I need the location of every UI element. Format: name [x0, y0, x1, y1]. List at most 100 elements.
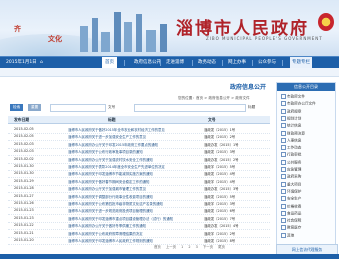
row-title-link[interactable]: 淄博市人民政府关于印发淄博市节能减排实施方案的通知 — [68, 171, 153, 176]
sidebar-item-label: 应急管理 — [287, 167, 302, 172]
national-emblem-icon — [318, 13, 334, 31]
row-title-link[interactable]: 淄博市人民政府办公厅关于加强农村饮水安全工作的通知 — [68, 157, 153, 162]
row-doc-number: 淄政发〔2015〕1号 — [204, 128, 236, 132]
sidebar-item[interactable]: 应急管理 — [281, 167, 301, 173]
row-title-link[interactable]: 淄博市人民政府关于印发淄博市重点项目建设管理办法（试行）的通知 — [68, 216, 173, 221]
row-title-link[interactable]: 淄博市人民政府关于公布第四批市级非物质文化遗产名录的通知 — [68, 201, 163, 206]
row-title-link[interactable]: 淄博市人民政府办公厅关于做好冬季供暖工作的通知 — [68, 223, 146, 228]
row-title-link[interactable]: 淄博市人民政府关于调整部分行政事业性收费项目的通知 — [68, 194, 153, 199]
row-title-link[interactable]: 淄博市人民政府关于做好2015年全市农业和农村经济工作的意见 — [68, 127, 165, 132]
row-date: 2015-02-03 — [14, 149, 34, 154]
checkbox-icon[interactable] — [281, 94, 286, 99]
sidebar-item[interactable]: 市政府办公厅文件 — [281, 101, 316, 107]
site-subtitle: ZIBO MUNICIPAL PEOPLE'S GOVERNMENT — [206, 36, 323, 41]
checkbox-icon[interactable] — [281, 152, 286, 158]
city-skyline-image — [70, 8, 190, 52]
row-title-link[interactable]: 淄博市人民政府关于做好春节期间安全稳定工作的通知 — [68, 179, 149, 184]
checkbox-icon[interactable] — [281, 115, 286, 121]
header-banner: 齐 文化 淄博市人民政府 ZIBO MUNICIPAL PEOPLE'S GOV… — [0, 0, 339, 56]
num-input[interactable] — [50, 104, 106, 112]
checkbox-icon[interactable] — [281, 101, 286, 107]
sidebar-item[interactable]: 食品药品 — [281, 210, 302, 217]
sidebar-item[interactable]: 人事信息 — [281, 137, 302, 144]
row-doc-number: 淄政发〔2015〕8号 — [204, 239, 236, 243]
table-row[interactable]: 2015-01-20 淄博市人民政府关于印发淄博市人民政府工作规则的通知 淄政发〔2… — [8, 236, 270, 245]
reset-button[interactable]: 重置 — [28, 104, 42, 111]
sidebar-item-label: 市政府文件 — [287, 94, 305, 99]
checkbox-icon[interactable] — [281, 210, 286, 216]
row-title-link[interactable]: 淄博市人民政府关于印发淄博市人民政府工作规则的通知 — [68, 238, 153, 243]
sidebar-item[interactable]: 环境保护 — [281, 188, 301, 195]
sidebar-item[interactable]: 行政审批 — [281, 152, 301, 158]
checkbox-icon[interactable] — [281, 232, 286, 238]
sidebar-item-label: 规划计划 — [287, 116, 302, 121]
search-button[interactable]: 检索 — [10, 104, 24, 111]
sidebar-item-label: 价格收费 — [287, 204, 302, 208]
sidebar-item-label: 人事信息 — [287, 138, 302, 143]
table-header: 发布日期 标题 文号 — [8, 116, 270, 124]
breadcrumb: 您的位置：首页 > 政府信息公开 > 政府文件 — [178, 96, 250, 100]
pager-last[interactable]: 尾页 — [218, 244, 225, 249]
row-date: 2015-01-27 — [14, 193, 34, 198]
checkbox-icon[interactable] — [281, 174, 286, 180]
sidebar-item-label: 教育医疗 — [287, 225, 302, 230]
row-title-link[interactable]: 淄博市人民政府关于进一步规范政府投资项目管理的通知 — [68, 208, 153, 213]
checkbox-icon[interactable] — [281, 137, 286, 143]
sidebar-item[interactable]: 规划计划 — [281, 115, 302, 122]
row-date: 2015-02-05 — [14, 134, 34, 139]
title-input[interactable] — [134, 104, 246, 112]
sidebar-item[interactable]: 统计信息 — [281, 123, 301, 129]
checkbox-icon[interactable] — [281, 225, 286, 231]
row-title-link[interactable]: 淄博市人民政府关于表彰2014年度全市安全生产先进单位的决定 — [68, 164, 165, 169]
checkbox-icon[interactable] — [281, 123, 286, 129]
sidebar-item[interactable]: 社会保障 — [281, 218, 301, 224]
checkbox-icon[interactable] — [281, 159, 286, 165]
row-doc-number: 淄政发〔2015〕2号 — [204, 135, 236, 140]
sidebar-item-label: 社会保障 — [287, 218, 302, 223]
row-date: 2015-01-22 — [14, 223, 34, 228]
sidebar-item[interactable]: 政府采购 — [281, 174, 301, 180]
sidebar-item[interactable]: 重大项目 — [281, 181, 302, 188]
checkbox-icon[interactable] — [281, 203, 286, 209]
row-title-link[interactable]: 淄博市人民政府关于公布行政审批事项目录的通知 — [68, 149, 143, 154]
sidebar-item[interactable]: 市政府文件 — [281, 94, 305, 100]
row-title-link[interactable]: 淄博市人民政府办公厅关于印发2015年政府工作要点的通知 — [68, 142, 158, 147]
checkbox-icon[interactable] — [281, 108, 286, 114]
sidebar-item[interactable]: 政府规章 — [281, 108, 302, 115]
checkbox-icon[interactable] — [281, 188, 286, 194]
checkbox-icon[interactable] — [281, 181, 286, 187]
pager-page-1[interactable]: 1 — [181, 245, 183, 249]
pager-prev[interactable]: 上一页 — [166, 244, 176, 249]
row-title-link[interactable]: 淄博市人民政府关于公布政府规章清理结果的决定 — [68, 231, 143, 236]
slogan-left: 齐 — [14, 24, 21, 33]
row-doc-number: 淄政字〔2015〕5号 — [204, 165, 236, 169]
row-doc-number: 淄政字〔2015〕3号 — [204, 202, 236, 206]
sidebar-item[interactable]: 公共服务 — [281, 159, 301, 166]
row-date: 2015-01-28 — [14, 186, 34, 191]
sidebar-item-label: 食品药品 — [287, 211, 302, 216]
checkbox-icon[interactable] — [281, 130, 286, 136]
pager-next[interactable]: 下一页 — [203, 244, 213, 249]
checkbox-icon[interactable] — [281, 145, 286, 151]
row-date: 2015-01-20 — [14, 238, 34, 242]
pager-page-2[interactable]: 2 — [188, 245, 190, 249]
checkbox-icon[interactable] — [281, 196, 286, 202]
row-date: 2015-01-30 — [14, 164, 34, 168]
checkbox-icon[interactable] — [281, 218, 286, 224]
pager-first[interactable]: 首页 — [154, 244, 161, 249]
sidebar-item[interactable]: 安全生产 — [281, 196, 301, 202]
sidebar-item[interactable]: 财政预决算 — [281, 130, 305, 137]
sidebar-item[interactable]: 其他 — [281, 232, 294, 239]
checkbox-icon[interactable] — [281, 167, 286, 172]
row-date: 2015-01-23 — [14, 208, 34, 213]
pager-page-3[interactable]: 3 — [196, 245, 198, 249]
row-title-link[interactable]: 淄博市人民政府关于进一步加强安全生产工作的意见 — [68, 134, 146, 139]
sidebar-item-label: 重大项目 — [287, 182, 302, 187]
sidebar-item[interactable]: 工作动态 — [281, 145, 301, 151]
row-title-link[interactable]: 淄博市人民政府办公厅关于加强城市管理工作的意见 — [68, 186, 146, 191]
col-num: 文号 — [208, 117, 216, 122]
sidebar-item-label: 政府规章 — [287, 109, 302, 114]
sidebar-item[interactable]: 价格收费 — [281, 203, 302, 210]
sidebar-item[interactable]: 教育医疗 — [281, 225, 301, 231]
sub-strip — [0, 68, 339, 77]
